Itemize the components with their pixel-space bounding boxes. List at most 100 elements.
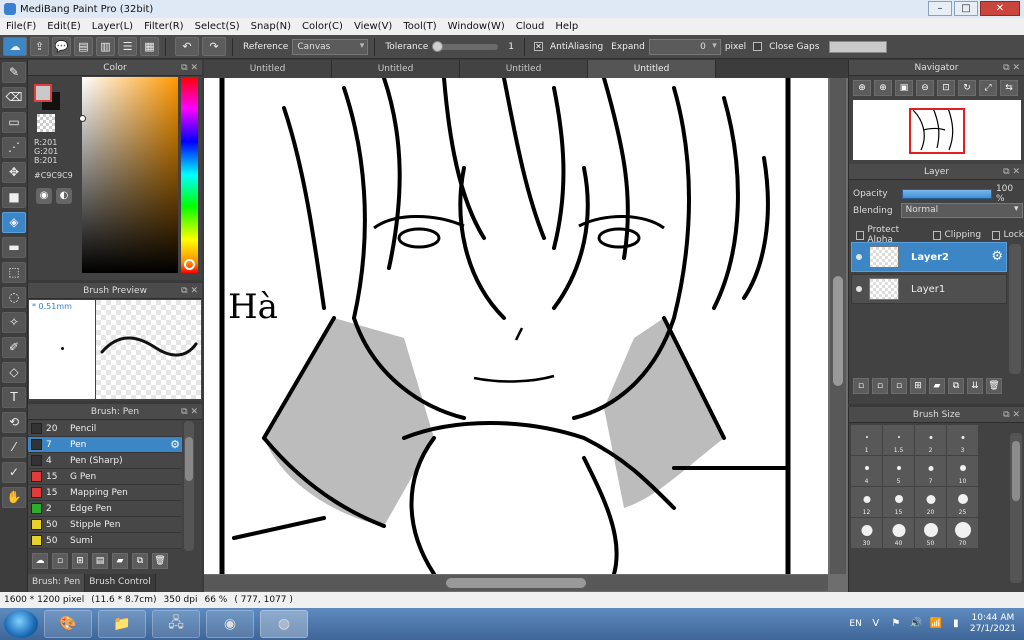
tab-brush-pen[interactable]: Brush: Pen — [28, 574, 86, 592]
brush-size-cell[interactable]: 40 — [883, 518, 914, 548]
brush-item[interactable]: 15 Mapping Pen — [28, 485, 182, 501]
close-gaps-level-bar[interactable] — [829, 40, 888, 53]
medibang-taskbar-icon[interactable]: ◍ — [260, 610, 308, 638]
maximize-button[interactable]: □ — [954, 1, 978, 16]
menu-filter[interactable]: Filter(R) — [138, 21, 189, 32]
brush-new-icon[interactable]: ▫ — [52, 553, 68, 569]
list-icon[interactable]: ☰ — [118, 37, 137, 56]
brush-properties-icon[interactable]: ▤ — [92, 553, 108, 569]
menu-color[interactable]: Color(C) — [296, 21, 348, 32]
pipette-tool-icon[interactable]: ✓ — [2, 462, 26, 483]
layer-list-scrollbar[interactable] — [1009, 244, 1021, 374]
move-tool-icon[interactable]: ✥ — [2, 162, 26, 183]
close-button[interactable]: ✕ — [980, 1, 1020, 16]
brush-item[interactable]: 50 Stipple Pen — [28, 517, 182, 533]
tolerance-slider-knob[interactable] — [432, 40, 444, 52]
merge-layer-icon[interactable]: ⇊ — [967, 378, 983, 394]
volume-icon[interactable]: 🔊 — [910, 618, 922, 630]
menu-file[interactable]: File(F) — [0, 21, 41, 32]
blending-select[interactable]: Normal — [900, 203, 1023, 218]
antivirus-icon[interactable]: V — [870, 618, 882, 630]
select-eraser-tool-icon[interactable]: ◇ — [2, 362, 26, 383]
new-halftone-layer-icon[interactable]: ▫ — [872, 378, 888, 394]
flag-icon[interactable]: ⚑ — [890, 618, 902, 630]
hand-tool-icon[interactable]: ✋ — [2, 487, 26, 508]
brush-cloud-icon[interactable]: ☁ — [32, 553, 48, 569]
menu-view[interactable]: View(V) — [348, 21, 397, 32]
expand-stepper[interactable]: 0 — [648, 38, 721, 55]
redo-icon[interactable]: ↷ — [202, 37, 226, 56]
opacity-slider[interactable] — [901, 189, 992, 199]
menu-snap[interactable]: Snap(N) — [245, 21, 296, 32]
canvas-horizontal-scrollbar[interactable] — [204, 575, 828, 591]
eyedropper-tool-icon[interactable]: ⁄ — [2, 437, 26, 458]
document-icon[interactable]: ▥ — [96, 37, 115, 56]
lock-checkbox[interactable] — [992, 230, 1001, 240]
close-gaps-checkbox[interactable] — [753, 42, 763, 51]
brush-size-cell[interactable]: 50 — [915, 518, 946, 548]
duplicate-layer-icon[interactable]: ⧉ — [948, 378, 964, 394]
start-button[interactable] — [4, 610, 38, 638]
panel-popout-icon[interactable]: ⧉ ✕ — [1003, 164, 1020, 180]
select-pen-tool-icon[interactable]: ✐ — [2, 337, 26, 358]
eraser-tool-icon[interactable]: ⌫ — [2, 87, 26, 108]
paint-app-icon[interactable]: 🎨 — [44, 610, 92, 638]
layer-item-layer2[interactable]: Layer2 ⚙ — [851, 242, 1007, 272]
tab-document-3[interactable]: Untitled — [460, 60, 588, 78]
panel-popout-icon[interactable]: ⧉ ✕ — [1003, 60, 1020, 76]
canvas-vertical-scrollbar[interactable] — [830, 78, 846, 574]
brush-list-scrollbar[interactable] — [184, 421, 194, 551]
chat-icon[interactable]: ▤ — [74, 37, 93, 56]
canvas-vertical-scroll-thumb[interactable] — [833, 276, 843, 386]
visibility-eye-icon[interactable] — [856, 254, 862, 260]
grid-icon[interactable]: ▦ — [140, 37, 159, 56]
brush-trash-icon[interactable]: 🗑 — [152, 553, 168, 569]
zoom-out-icon[interactable]: ⊖ — [916, 80, 934, 96]
menu-edit[interactable]: Edit(E) — [41, 21, 86, 32]
brush-item[interactable]: 7 Pen ⚙ — [28, 437, 182, 453]
brush-item[interactable]: 20 Pencil — [28, 421, 182, 437]
actual-size-icon[interactable]: ⊡ — [937, 80, 955, 96]
add-layer-menu-icon[interactable]: ⊞ — [910, 378, 926, 394]
flip-icon[interactable]: ⇆ — [1000, 80, 1018, 96]
lasso-tool-icon[interactable]: ◌ — [2, 287, 26, 308]
brush-item[interactable]: 15 G Pen — [28, 469, 182, 485]
select-rect-tool-icon[interactable]: ⬚ — [2, 262, 26, 283]
sv-picker-cursor[interactable] — [79, 115, 86, 122]
brush-size-cell[interactable]: 20 — [915, 487, 946, 517]
layer-settings-gear-icon[interactable]: ⚙ — [991, 249, 1003, 264]
brush-size-cell[interactable]: 1.5 — [883, 425, 914, 455]
brush-size-cell[interactable]: 2 — [915, 425, 946, 455]
panel-popout-icon[interactable]: ⧉ ✕ — [1003, 407, 1020, 423]
reference-select[interactable]: Canvas — [292, 38, 369, 55]
hue-slider[interactable] — [181, 77, 198, 273]
network-icon[interactable]: 📶 — [930, 618, 942, 630]
delete-layer-icon[interactable]: 🗑 — [986, 378, 1002, 394]
file-explorer-icon[interactable]: 📁 — [98, 610, 146, 638]
network-app-icon[interactable]: 🖧 — [152, 610, 200, 638]
color-mix-icon[interactable]: ◐ — [56, 188, 72, 204]
reset-view-icon[interactable]: ⤢ — [979, 80, 997, 96]
rectangle-tool-icon[interactable]: ▭ — [2, 112, 26, 133]
menu-cloud[interactable]: Cloud — [510, 21, 550, 32]
brush-size-cell[interactable]: 25 — [947, 487, 978, 517]
tab-brush-control[interactable]: Brush Control — [85, 574, 156, 592]
minimize-button[interactable]: – — [928, 1, 952, 16]
navigator-view-rect[interactable] — [909, 108, 965, 154]
new-layer-icon[interactable]: ▫ — [853, 378, 869, 394]
cloud-icon[interactable]: ☁ — [3, 37, 27, 56]
brush-size-cell[interactable]: 3 — [947, 425, 978, 455]
brush-size-cell[interactable]: 10 — [947, 456, 978, 486]
hue-slider-knob[interactable] — [184, 259, 195, 270]
magic-wand-tool-icon[interactable]: ✧ — [2, 312, 26, 333]
brush-tool-icon[interactable]: ✎ — [2, 62, 26, 83]
language-indicator[interactable]: EN — [849, 619, 861, 629]
battery-icon[interactable]: ▮ — [950, 618, 962, 630]
protect-alpha-checkbox[interactable] — [856, 230, 865, 240]
panel-popout-icon[interactable]: ⧉ ✕ — [181, 404, 198, 420]
antialiasing-checkbox[interactable]: ✕ — [533, 42, 543, 51]
brush-size-cell[interactable]: 15 — [883, 487, 914, 517]
tab-document-1[interactable]: Untitled — [204, 60, 332, 78]
operation-tool-icon[interactable]: ⟲ — [2, 412, 26, 433]
comment-icon[interactable]: 💬 — [52, 37, 71, 56]
